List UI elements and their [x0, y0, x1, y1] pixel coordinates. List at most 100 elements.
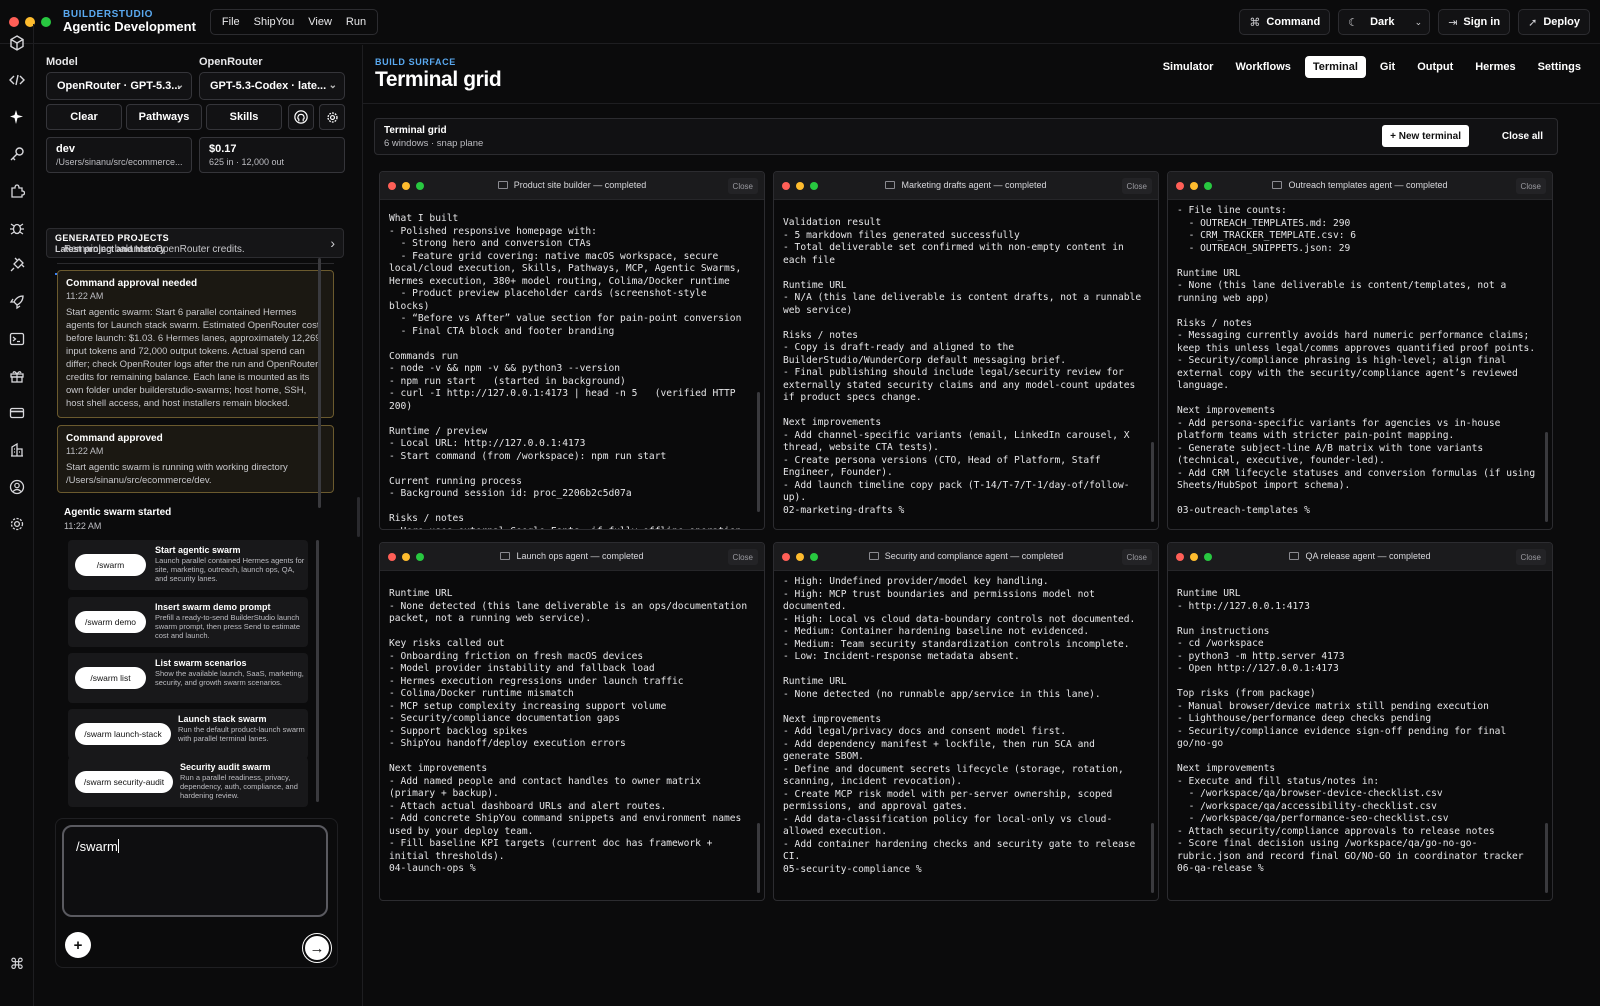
- token-usage: 625 in · 12,000 out: [209, 157, 285, 167]
- close-all-button[interactable]: Close all: [1498, 125, 1547, 147]
- terminal-output: Validation result - 5 markdown files gen…: [783, 217, 1142, 516]
- router-select[interactable]: GPT-5.3-Codex · late... ⌄: [199, 72, 345, 100]
- terminal-window[interactable]: Product site builder — completed Close W…: [379, 171, 765, 530]
- sparkle-icon[interactable]: [7, 107, 27, 127]
- terminal-title: QA release agent — completed: [1168, 551, 1552, 561]
- terminal-close-button[interactable]: Close: [1515, 178, 1546, 194]
- divider: [57, 263, 334, 264]
- tab-workflows[interactable]: Workflows: [1227, 56, 1298, 78]
- menu-file[interactable]: File: [215, 13, 247, 31]
- new-terminal-button[interactable]: + New terminal: [1382, 125, 1469, 147]
- terminal-titlebar: Marketing drafts agent — completed Close: [774, 172, 1158, 200]
- command-pill: /swarm launch-stack: [75, 723, 171, 745]
- terminal-scrollbar[interactable]: [1151, 442, 1154, 522]
- terminal-close-button[interactable]: Close: [1121, 178, 1152, 194]
- command-item-swarm-list[interactable]: /swarm list List swarm scenarios Show th…: [68, 653, 308, 703]
- terminal-icon[interactable]: [7, 329, 27, 349]
- folder-icon: [500, 552, 511, 560]
- send-button[interactable]: →: [303, 934, 331, 962]
- command-title: Launch stack swarm: [178, 714, 267, 724]
- icon-rail: ⌘: [0, 24, 34, 1006]
- terminal-window[interactable]: QA release agent — completed Close Runti…: [1167, 542, 1553, 901]
- terminal-title-text: Security and compliance agent — complete…: [884, 551, 1064, 561]
- terminal-close-button[interactable]: Close: [727, 549, 758, 565]
- gift-icon[interactable]: [7, 366, 27, 386]
- tab-simulator[interactable]: Simulator: [1155, 56, 1222, 78]
- theme-select[interactable]: ☾ Dark ⌄: [1338, 9, 1431, 35]
- skills-button[interactable]: Skills: [206, 104, 282, 130]
- terminal-output: Runtime URL - None detected (this lane d…: [389, 588, 748, 874]
- terminal-output: What I built - Polished responsive homep…: [389, 213, 742, 529]
- terminal-window[interactable]: Security and compliance agent — complete…: [773, 542, 1159, 901]
- building-icon[interactable]: [7, 440, 27, 460]
- terminal-scrollbar[interactable]: [757, 823, 760, 893]
- card-icon[interactable]: [7, 403, 27, 423]
- puzzle-icon[interactable]: [7, 181, 27, 201]
- prompt-input[interactable]: /swarm: [62, 825, 328, 917]
- command-button[interactable]: ⌘ Command: [1239, 9, 1331, 35]
- plug-icon[interactable]: [7, 255, 27, 275]
- gear-icon[interactable]: [7, 514, 27, 534]
- cube-icon[interactable]: [7, 33, 27, 53]
- terminal-title-text: Product site builder — completed: [513, 180, 647, 190]
- arrow-right-icon: →: [309, 939, 325, 957]
- terminal-window[interactable]: Marketing drafts agent — completed Close…: [773, 171, 1159, 530]
- brand: BUILDERSTUDIO Agentic Development: [63, 9, 196, 34]
- feed-scrollbar[interactable]: [318, 258, 321, 508]
- branch-info: dev /Users/sinanu/src/ecommerce...: [46, 137, 192, 173]
- command-pill: /swarm demo: [75, 611, 146, 633]
- terminal-window[interactable]: Launch ops agent — completed Close Runti…: [379, 542, 765, 901]
- clear-button[interactable]: Clear: [46, 104, 122, 130]
- tab-hermes[interactable]: Hermes: [1467, 56, 1523, 78]
- swarm-started-title: Agentic swarm started: [64, 507, 172, 518]
- model-select[interactable]: OpenRouter · GPT-5.3... ⌄: [46, 72, 192, 100]
- command-item-security-audit[interactable]: /swarm security-audit Security audit swa…: [68, 757, 308, 807]
- deploy-button[interactable]: ➚ Deploy: [1518, 9, 1590, 35]
- maximize-window-button[interactable]: [41, 16, 51, 27]
- generated-title: GENERATED PROJECTS: [55, 233, 170, 243]
- router-label: OpenRouter: [199, 56, 263, 68]
- page-title: Terminal grid: [375, 68, 502, 91]
- menu-run[interactable]: Run: [339, 13, 373, 31]
- terminal-scrollbar[interactable]: [1151, 823, 1154, 893]
- terminal-scrollbar[interactable]: [757, 392, 760, 512]
- terminal-scrollbar[interactable]: [1545, 432, 1548, 522]
- user-icon[interactable]: [7, 477, 27, 497]
- add-attachment-button[interactable]: +: [65, 932, 91, 958]
- command-pill: /swarm security-audit: [75, 771, 173, 793]
- command-item-swarm[interactable]: /swarm Start agentic swarm Launch parall…: [68, 540, 308, 590]
- command-desc: Prefill a ready-to-send BuilderStudio la…: [155, 613, 301, 640]
- tab-git[interactable]: Git: [1372, 56, 1403, 78]
- cost-value: $0.17: [209, 143, 237, 155]
- command-item-swarm-demo[interactable]: /swarm demo Insert swarm demo prompt Pre…: [68, 597, 308, 647]
- signin-button[interactable]: ⇥ Sign in: [1438, 9, 1511, 35]
- bug-icon[interactable]: [7, 218, 27, 238]
- pathways-button[interactable]: Pathways: [126, 104, 202, 130]
- tab-output[interactable]: Output: [1409, 56, 1461, 78]
- terminal-window[interactable]: Outreach templates agent — completed Clo…: [1167, 171, 1553, 530]
- menu-view[interactable]: View: [301, 13, 339, 31]
- settings-button[interactable]: [319, 104, 345, 130]
- command-title: List swarm scenarios: [155, 658, 247, 668]
- command-item-launch-stack[interactable]: /swarm launch-stack Launch stack swarm R…: [68, 709, 308, 759]
- menu-shipyou[interactable]: ShipYou: [247, 13, 302, 31]
- code-icon[interactable]: [7, 70, 27, 90]
- terminal-close-button[interactable]: Close: [727, 178, 758, 194]
- router-value: GPT-5.3-Codex · late...: [210, 80, 327, 92]
- github-button[interactable]: [288, 104, 314, 130]
- terminal-output: - File line counts: - OUTREACH_TEMPLATES…: [1177, 205, 1536, 516]
- terminal-close-button[interactable]: Close: [1121, 549, 1152, 565]
- suggestions-scrollbar[interactable]: [316, 540, 319, 802]
- command-icon[interactable]: ⌘: [7, 954, 27, 974]
- terminal-close-button[interactable]: Close: [1515, 549, 1546, 565]
- app-window: BUILDERSTUDIO Agentic Development File S…: [0, 0, 1600, 1006]
- rocket-icon[interactable]: [7, 292, 27, 312]
- tab-terminal[interactable]: Terminal: [1304, 56, 1366, 78]
- terminal-output: - High: Undefined provider/model key han…: [783, 576, 1136, 875]
- chevron-right-icon: ›: [330, 235, 335, 251]
- panel-resize-handle[interactable]: [357, 497, 360, 537]
- terminal-scrollbar[interactable]: [1545, 823, 1548, 893]
- command-desc: Run the default product-launch swarm wit…: [178, 725, 305, 743]
- tab-settings[interactable]: Settings: [1530, 56, 1589, 78]
- key-icon[interactable]: [7, 144, 27, 164]
